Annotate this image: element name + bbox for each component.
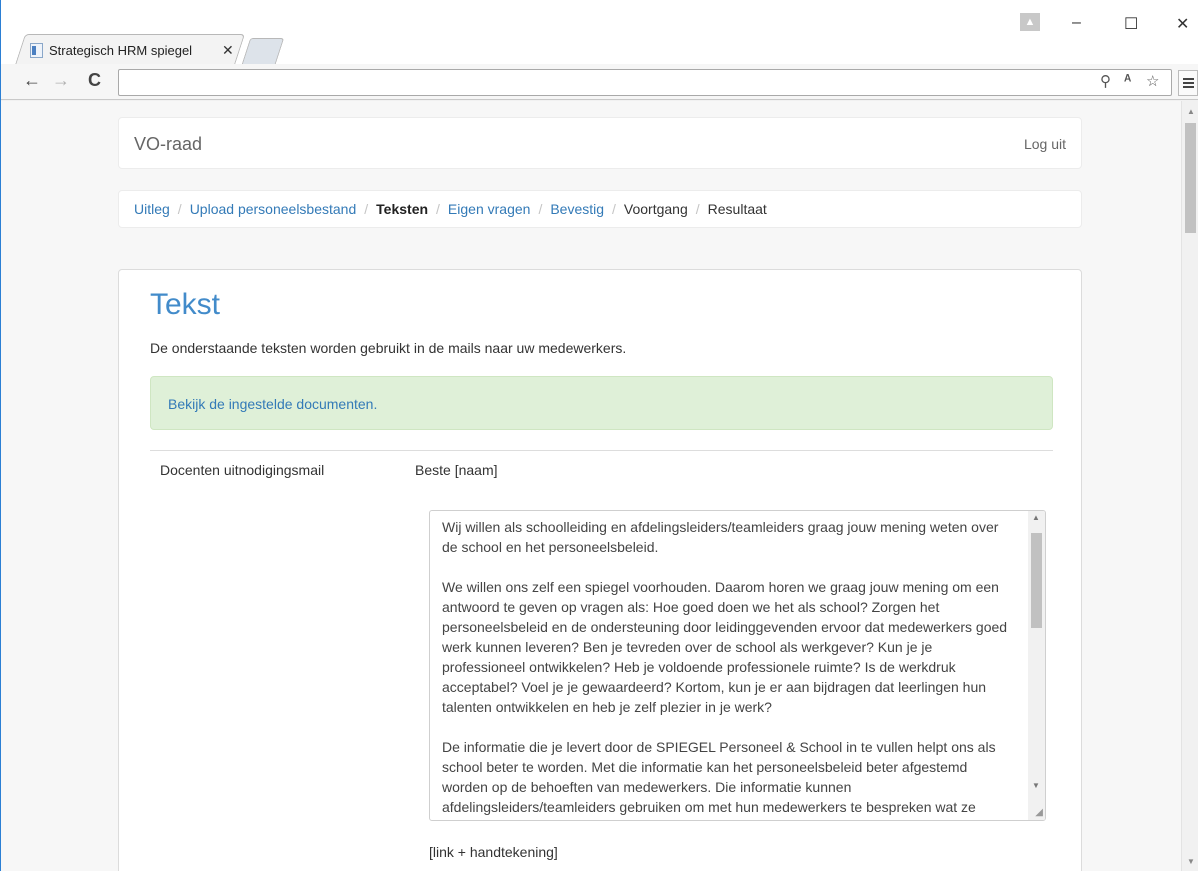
documents-alert: Bekijk de ingestelde documenten. [150,376,1053,430]
breadcrumb-item-eigen-vragen[interactable]: Eigen vragen [448,201,531,217]
page-viewport: VO-raad Log uit Uitleg / Upload personee… [0,101,1181,871]
breadcrumb-separator: / [177,201,182,217]
page-scroll-thumb[interactable] [1185,123,1196,233]
page-description: De onderstaande teksten worden gebruikt … [150,340,627,356]
mail-body-text[interactable]: Wij willen als schoolleiding en afdeling… [442,517,1012,817]
forward-arrow-icon[interactable]: → [52,70,70,91]
breadcrumb-separator: / [695,201,700,217]
scroll-up-arrow-icon[interactable]: ▲ [1032,513,1040,522]
page-scrollbar[interactable]: ▲ ▼ [1181,101,1198,871]
textarea-scrollbar[interactable]: ▲ ▼ [1028,511,1045,820]
brand-logo[interactable]: VO-raad [134,134,202,155]
invitation-mail-label: Docenten uitnodigingsmail [160,462,325,478]
breadcrumb-item-teksten: Teksten [376,201,429,217]
browser-tab-content[interactable]: Strategisch HRM spiegel ✕ [30,36,240,64]
breadcrumb-item-resultaat: Resultaat [707,201,767,217]
address-bar[interactable] [118,69,1172,96]
view-documents-link[interactable]: Bekijk de ingestelde documenten. [168,396,377,412]
page-scroll-up-icon[interactable]: ▲ [1187,107,1195,116]
resize-handle-icon[interactable]: ◢ [1028,805,1045,820]
reload-icon[interactable]: C [88,70,101,91]
bookmark-star-icon[interactable]: ☆ [1146,72,1159,90]
tab-title: Strategisch HRM spiegel [49,42,193,58]
breadcrumb-item-upload[interactable]: Upload personeelsbestand [190,201,357,217]
breadcrumb-item-bevestig[interactable]: Bevestig [550,201,604,217]
minimize-button[interactable]: – [1072,14,1081,32]
breadcrumb-separator: / [364,201,369,217]
page-title: Tekst [150,288,221,321]
breadcrumb-separator: / [436,201,440,217]
section-divider [150,450,1053,451]
mail-greeting: Beste [naam] [415,462,498,478]
zoom-icon[interactable]: ⚲ [1100,72,1111,90]
mail-signature: [link + handtekening] [429,844,558,860]
breadcrumb-separator: / [538,201,543,217]
content-panel: Tekst De onderstaande teksten worden geb… [118,269,1082,871]
scroll-down-arrow-icon[interactable]: ▼ [1032,781,1040,790]
breadcrumb-separator: / [612,201,616,217]
breadcrumb: Uitleg / Upload personeelsbestand / Teks… [118,190,1082,228]
back-arrow-icon[interactable]: ← [23,70,41,91]
window-border [0,0,1,871]
maximize-button[interactable]: ☐ [1124,14,1138,34]
user-profile-icon[interactable]: ▲ [1020,13,1040,31]
tab-close-icon[interactable]: ✕ [222,42,234,59]
textarea-scroll-thumb[interactable] [1031,533,1042,628]
page-scroll-down-icon[interactable]: ▼ [1187,857,1195,866]
browser-menu-icon[interactable] [1178,70,1198,96]
page-favicon-icon [30,42,43,58]
close-window-button[interactable]: ✕ [1176,14,1189,34]
breadcrumb-item-uitleg[interactable]: Uitleg [134,201,170,217]
breadcrumb-item-voortgang: Voortgang [623,201,688,217]
top-navbar: VO-raad Log uit [118,117,1082,169]
logout-link[interactable]: Log uit [1024,136,1066,152]
translate-icon[interactable]: ᴬ [1124,72,1131,89]
mail-body-textarea[interactable]: Wij willen als schoolleiding en afdeling… [429,510,1046,821]
